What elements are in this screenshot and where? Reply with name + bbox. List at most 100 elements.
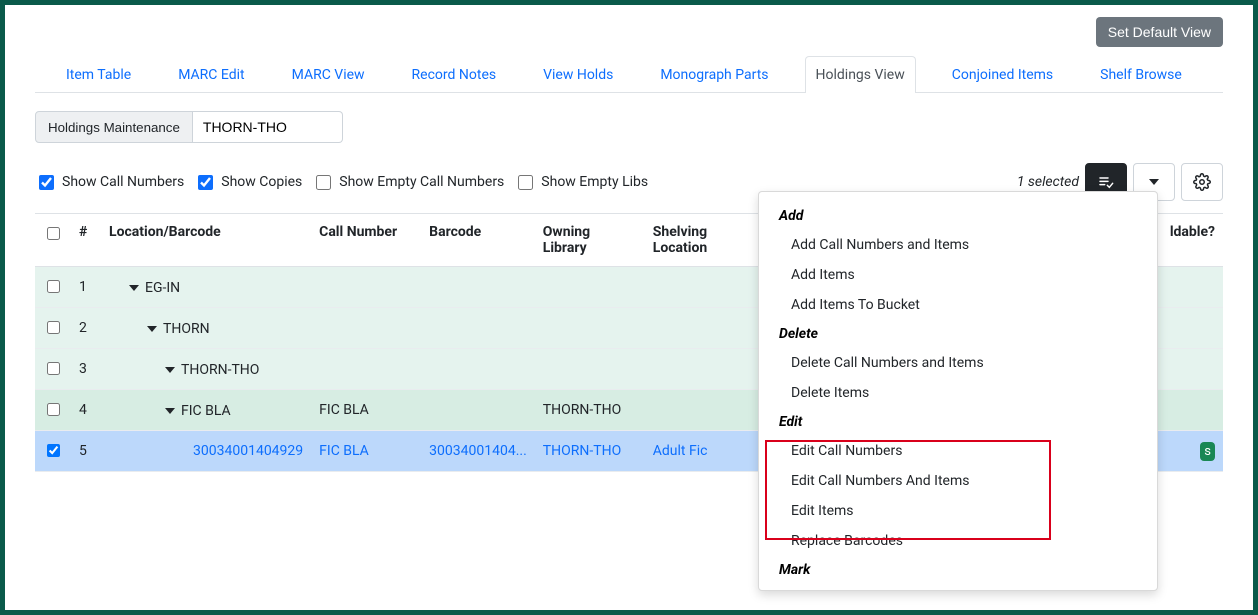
cell-barcode bbox=[421, 308, 535, 349]
menu-group-edit: Edit bbox=[759, 408, 1157, 436]
playlist-check-icon bbox=[1096, 174, 1116, 190]
tab-marc-edit[interactable]: MARC Edit bbox=[167, 56, 255, 93]
cell-owning: THORN-THO bbox=[535, 390, 645, 431]
col-num: # bbox=[71, 214, 101, 267]
table-wrap: # Location/Barcode Call Number Barcode O… bbox=[35, 213, 1223, 472]
menu-add-bucket[interactable]: Add Items To Bucket bbox=[759, 290, 1157, 320]
library-input[interactable] bbox=[193, 111, 343, 143]
tab-shelf-browse[interactable]: Shelf Browse bbox=[1089, 56, 1193, 93]
top-bar: Set Default View bbox=[35, 17, 1223, 47]
menu-replace-barcodes[interactable]: Replace Barcodes bbox=[759, 526, 1157, 556]
col-call: Call Number bbox=[311, 214, 421, 267]
show-empty-libs-checkbox[interactable] bbox=[518, 175, 533, 190]
menu-edit-cn[interactable]: Edit Call Numbers bbox=[759, 436, 1157, 466]
row-number: 4 bbox=[71, 390, 101, 431]
row-number: 1 bbox=[71, 267, 101, 308]
tab-item-table[interactable]: Item Table bbox=[55, 56, 142, 93]
cell-shelving bbox=[645, 267, 745, 308]
col-location: Location/Barcode bbox=[101, 214, 311, 267]
show-call-numbers-label: Show Call Numbers bbox=[62, 174, 184, 190]
location-label: THORN bbox=[163, 321, 210, 337]
menu-add-cn-items[interactable]: Add Call Numbers and Items bbox=[759, 230, 1157, 260]
cell-holdable bbox=[1153, 267, 1223, 308]
set-default-view-button[interactable]: Set Default View bbox=[1096, 17, 1223, 47]
nav-tabs: Item Table MARC Edit MARC View Record Notes… bbox=[35, 55, 1223, 93]
tab-view-holds[interactable]: View Holds bbox=[532, 56, 624, 93]
menu-delete-items[interactable]: Delete Items bbox=[759, 378, 1157, 408]
tab-holdings-view[interactable]: Holdings View bbox=[805, 56, 916, 93]
row-number: 2 bbox=[71, 308, 101, 349]
cell-barcode bbox=[421, 349, 535, 390]
col-owning: Owning Library bbox=[535, 214, 645, 267]
row-checkbox[interactable] bbox=[47, 444, 60, 457]
cell-shelving bbox=[645, 308, 745, 349]
show-empty-call-label: Show Empty Call Numbers bbox=[339, 174, 504, 190]
menu-group-delete: Delete bbox=[759, 320, 1157, 348]
selected-count: 1 selected bbox=[1017, 174, 1079, 190]
tab-conjoined-items[interactable]: Conjoined Items bbox=[941, 56, 1064, 93]
settings-button[interactable] bbox=[1181, 163, 1223, 201]
row-checkbox[interactable] bbox=[47, 280, 60, 293]
cell-owning bbox=[535, 267, 645, 308]
cell-owning: THORN-THO bbox=[535, 431, 645, 472]
row-checkbox[interactable] bbox=[47, 362, 60, 375]
chevron-down-icon[interactable] bbox=[129, 285, 139, 291]
row-checkbox[interactable] bbox=[47, 403, 60, 416]
show-empty-call-checkbox[interactable] bbox=[316, 175, 331, 190]
show-empty-libs-label: Show Empty Libs bbox=[541, 174, 648, 190]
cell-barcode bbox=[421, 390, 535, 431]
tab-record-notes[interactable]: Record Notes bbox=[401, 56, 508, 93]
chevron-down-icon bbox=[1149, 179, 1159, 185]
location-label: FIC BLA bbox=[181, 403, 231, 419]
chevron-down-icon[interactable] bbox=[165, 367, 175, 373]
show-call-numbers-checkbox[interactable] bbox=[39, 175, 54, 190]
location-label: EG-IN bbox=[145, 280, 180, 296]
cell-call-number bbox=[311, 308, 421, 349]
cell-call-number: FIC BLA bbox=[311, 431, 421, 472]
cell-call-number: FIC BLA bbox=[311, 390, 421, 431]
actions-dropdown: Add Add Call Numbers and Items Add Items… bbox=[758, 191, 1158, 591]
location-label: THORN-THO bbox=[181, 362, 259, 378]
cell-holdable: s bbox=[1153, 431, 1223, 472]
cell-barcode bbox=[421, 267, 535, 308]
status-badge: s bbox=[1200, 442, 1215, 461]
row-number: 5 bbox=[71, 431, 101, 472]
cell-owning bbox=[535, 308, 645, 349]
row-number: 3 bbox=[71, 349, 101, 390]
show-copies-label: Show Copies bbox=[221, 174, 302, 190]
select-all-checkbox[interactable] bbox=[47, 227, 60, 240]
row-checkbox[interactable] bbox=[47, 321, 60, 334]
location-label: 30034001404929 bbox=[193, 443, 303, 459]
holdings-maintenance-button[interactable]: Holdings Maintenance bbox=[35, 111, 193, 143]
col-holdable: ldable? bbox=[1153, 214, 1223, 267]
col-shelving: Shelving Location bbox=[645, 214, 745, 267]
tab-monograph-parts[interactable]: Monograph Parts bbox=[649, 56, 779, 93]
cell-barcode: 30034001404... bbox=[421, 431, 535, 472]
menu-edit-items[interactable]: Edit Items bbox=[759, 496, 1157, 526]
show-empty-call-check[interactable]: Show Empty Call Numbers bbox=[312, 172, 504, 193]
show-copies-check[interactable]: Show Copies bbox=[194, 172, 302, 193]
chevron-down-icon[interactable] bbox=[165, 408, 175, 414]
cell-holdable bbox=[1153, 349, 1223, 390]
app-frame: Set Default View Item Table MARC Edit MARC… bbox=[0, 0, 1258, 615]
toolbar: Holdings Maintenance bbox=[35, 111, 1223, 143]
show-copies-checkbox[interactable] bbox=[198, 175, 213, 190]
cell-owning bbox=[535, 349, 645, 390]
cell-call-number bbox=[311, 349, 421, 390]
chevron-down-icon[interactable] bbox=[147, 326, 157, 332]
col-barcode: Barcode bbox=[421, 214, 535, 267]
menu-add-items[interactable]: Add Items bbox=[759, 260, 1157, 290]
show-call-numbers-check[interactable]: Show Call Numbers bbox=[35, 172, 184, 193]
tab-marc-view[interactable]: MARC View bbox=[281, 56, 376, 93]
menu-delete-cn-items[interactable]: Delete Call Numbers and Items bbox=[759, 348, 1157, 378]
cell-holdable bbox=[1153, 390, 1223, 431]
cell-shelving bbox=[645, 349, 745, 390]
cell-holdable bbox=[1153, 308, 1223, 349]
cell-call-number bbox=[311, 267, 421, 308]
cell-shelving bbox=[645, 390, 745, 431]
menu-group-add: Add bbox=[759, 202, 1157, 230]
cell-shelving: Adult Fic bbox=[645, 431, 745, 472]
menu-edit-cn-items[interactable]: Edit Call Numbers And Items bbox=[759, 466, 1157, 496]
gear-icon bbox=[1193, 173, 1211, 191]
show-empty-libs-check[interactable]: Show Empty Libs bbox=[514, 172, 648, 193]
